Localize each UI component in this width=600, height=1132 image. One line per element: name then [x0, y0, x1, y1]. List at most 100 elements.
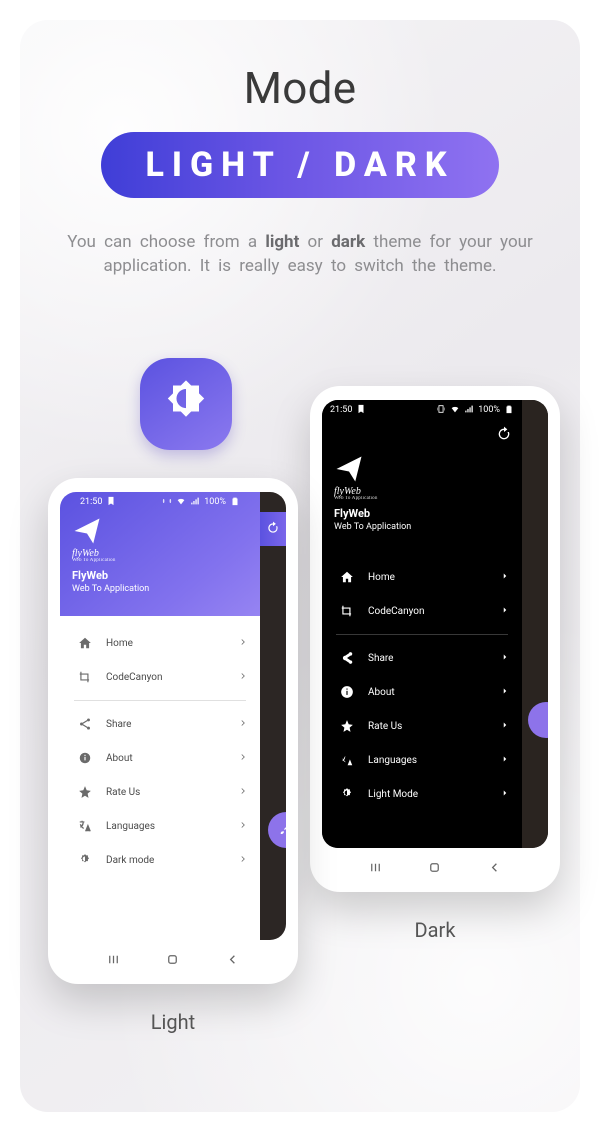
chevron-right-icon: [238, 786, 248, 799]
drawer-header: flyWeb Web To Application FlyWeb Web To …: [322, 452, 522, 542]
chevron-right-icon: [500, 720, 510, 733]
nav-item-label: Rate Us: [106, 787, 238, 798]
status-time: 21:50: [80, 497, 102, 507]
mode-pill: LIGHT / DARK: [101, 132, 499, 198]
bookmark-icon: [356, 404, 366, 417]
nav-item-label: Share: [106, 719, 238, 730]
nav-item-light-mode[interactable]: Light Mode: [322, 777, 522, 811]
app-bar: [322, 420, 522, 452]
home-nav-icon[interactable]: [427, 860, 442, 879]
recent-apps-icon[interactable]: [368, 860, 383, 879]
nav-item-rate[interactable]: Rate Us: [60, 775, 260, 809]
app-title: FlyWeb: [72, 569, 248, 582]
status-bar: 21:50 100%: [322, 400, 522, 420]
nav-item-rate[interactable]: Rate Us: [322, 709, 522, 743]
signal-icon: [464, 404, 474, 417]
nav-item-languages[interactable]: Languages: [322, 743, 522, 777]
crop-icon: [336, 604, 358, 618]
nav-item-label: CodeCanyon: [368, 606, 500, 617]
screen-dark: 21:50 100%: [322, 400, 548, 848]
chevron-right-icon: [500, 652, 510, 665]
home-icon: [336, 570, 358, 584]
nav-item-about[interactable]: About: [60, 741, 260, 775]
android-nav-bar: [310, 854, 560, 884]
chevron-right-icon: [238, 718, 248, 731]
paper-plane-icon: [334, 454, 510, 488]
signal-icon: [190, 496, 200, 509]
caption-light: Light: [48, 1010, 298, 1034]
nav-item-about[interactable]: About: [322, 675, 522, 709]
vibrate-icon: [162, 496, 172, 509]
brightness-icon: [160, 376, 212, 432]
nav-item-label: Dark mode: [106, 855, 238, 866]
nav-drawer-dark: 21:50 100%: [322, 400, 522, 848]
brand-text: flyWeb Web To Application: [334, 486, 510, 501]
drawer-list: Home CodeCanyon Share: [60, 626, 260, 877]
chevron-right-icon: [238, 820, 248, 833]
nav-item-home[interactable]: Home: [60, 626, 260, 660]
chevron-right-icon: [238, 671, 248, 684]
brush-icon: [534, 708, 548, 730]
android-nav-bar: [48, 946, 298, 976]
background-content-light: [260, 492, 286, 940]
translate-icon: [74, 819, 96, 833]
nav-item-home[interactable]: Home: [322, 560, 522, 594]
nav-item-share[interactable]: Share: [60, 707, 260, 741]
app-bar-peek: [260, 512, 286, 546]
refresh-icon[interactable]: [496, 426, 512, 446]
app-subtitle: Web To Application: [334, 522, 510, 532]
crop-icon: [74, 670, 96, 684]
nav-item-label: Light Mode: [368, 789, 500, 800]
home-icon: [74, 636, 96, 650]
nav-item-dark-mode[interactable]: Dark mode: [60, 843, 260, 877]
nav-item-codecanyon[interactable]: CodeCanyon: [322, 594, 522, 628]
nav-item-label: Languages: [106, 821, 238, 832]
nav-item-label: Rate Us: [368, 721, 500, 732]
recent-apps-icon[interactable]: [106, 952, 121, 971]
star-icon: [336, 719, 358, 733]
brush-icon: [278, 820, 286, 840]
back-nav-icon[interactable]: [487, 860, 502, 879]
divider: [336, 634, 508, 635]
brightness-squircle: [140, 358, 232, 450]
battery-icon: [230, 496, 240, 509]
star-icon: [74, 785, 96, 799]
refresh-icon[interactable]: [266, 520, 280, 539]
chevron-right-icon: [500, 686, 510, 699]
app-title: FlyWeb: [334, 507, 510, 520]
nav-item-label: CodeCanyon: [106, 672, 238, 683]
nav-item-codecanyon[interactable]: CodeCanyon: [60, 660, 260, 694]
caption-dark: Dark: [310, 918, 560, 942]
divider: [74, 700, 246, 701]
wifi-icon: [176, 496, 186, 509]
status-time: 21:50: [330, 405, 352, 415]
battery-pct: 100%: [204, 497, 226, 507]
info-icon: [336, 685, 358, 699]
nav-item-languages[interactable]: Languages: [60, 809, 260, 843]
nav-item-label: Home: [368, 572, 500, 583]
nav-item-label: Share: [368, 653, 500, 664]
bookmark-icon: [106, 496, 116, 509]
page-title: Mode: [20, 62, 580, 114]
status-bar: 21:50 100%: [72, 492, 248, 512]
drawer-header: 21:50 100%: [60, 492, 260, 616]
fab[interactable]: [268, 812, 286, 848]
translate-icon: [336, 753, 358, 767]
share-icon: [74, 717, 96, 731]
battery-pct: 100%: [478, 405, 500, 415]
home-nav-icon[interactable]: [165, 952, 180, 971]
nav-item-label: Home: [106, 638, 238, 649]
phone-mockup-light: 21:50 100%: [48, 478, 298, 984]
promo-card: Mode LIGHT / DARK You can choose from a …: [20, 20, 580, 1112]
brightness-icon: [336, 787, 358, 801]
description-text: You can choose from a light or dark them…: [51, 230, 549, 278]
back-nav-icon[interactable]: [225, 952, 240, 971]
brightness-icon: [74, 853, 96, 867]
nav-item-share[interactable]: Share: [322, 641, 522, 675]
wifi-icon: [450, 404, 460, 417]
mode-pill-label: LIGHT / DARK: [145, 145, 454, 185]
vibrate-icon: [436, 404, 446, 417]
app-subtitle: Web To Application: [72, 584, 248, 594]
nav-drawer-light: 21:50 100%: [60, 492, 260, 940]
chevron-right-icon: [238, 637, 248, 650]
